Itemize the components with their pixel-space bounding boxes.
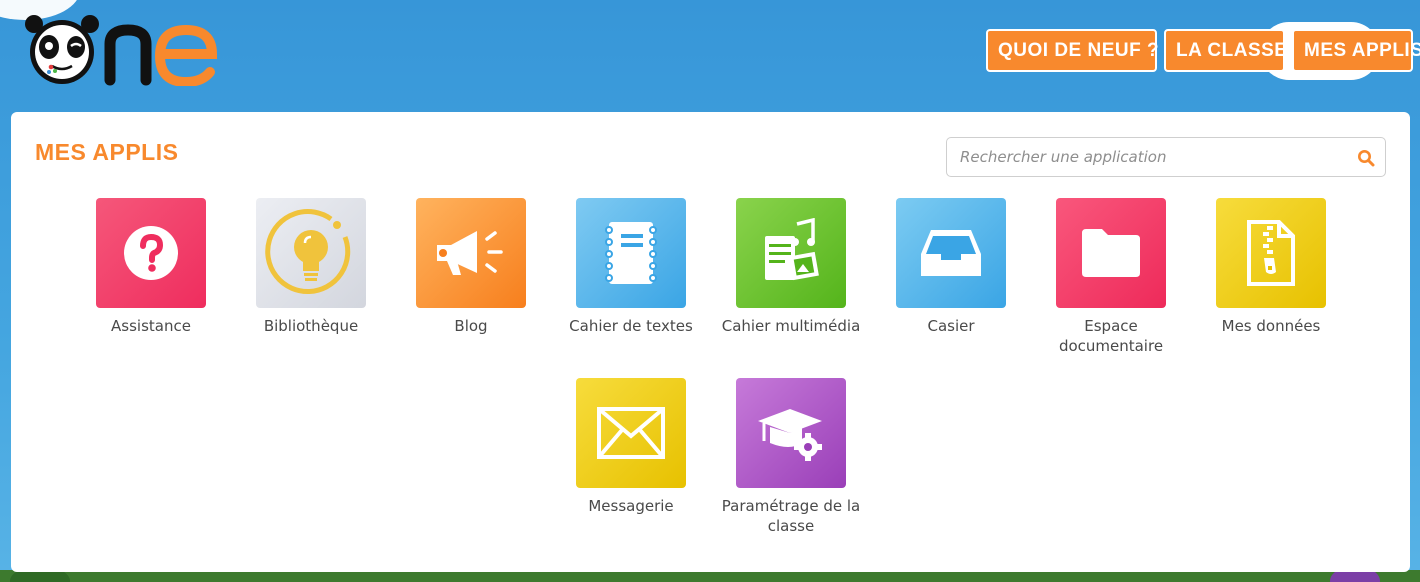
app-tile[interactable] <box>576 198 686 308</box>
app-blog[interactable]: Blog <box>391 198 551 336</box>
app-tile[interactable] <box>416 198 526 308</box>
app-label: Cahier multimédia <box>721 317 861 335</box>
app-tile[interactable] <box>896 198 1006 308</box>
multimedia-notebook-icon <box>765 218 819 281</box>
nav-la-classe-button[interactable]: LA CLASSE <box>1164 29 1287 72</box>
app-tile[interactable] <box>256 198 366 308</box>
envelope-icon <box>597 407 665 459</box>
app-label: Bibliothèque <box>263 317 359 335</box>
app-label: Blog <box>454 317 488 335</box>
app-label: Cahier de textes <box>569 317 693 335</box>
lightbulb-icon <box>265 209 351 295</box>
panda-logo-icon <box>25 15 218 88</box>
app-tile[interactable] <box>1216 198 1326 308</box>
app-tile[interactable] <box>576 378 686 488</box>
search-box <box>946 137 1386 177</box>
app-parametrage-de-la-classe[interactable]: Paramétrage de la classe <box>711 378 871 536</box>
nav-mes-applis-button[interactable]: MES APPLIS <box>1292 29 1420 72</box>
nav-quoi-de-neuf-button[interactable]: QUOI DE NEUF ? <box>986 29 1159 72</box>
app-tile[interactable] <box>1056 198 1166 308</box>
notebook-icon <box>605 222 657 284</box>
apps-panel: MES APPLIS Assistance <box>11 112 1410 572</box>
app-bibliotheque[interactable]: Bibliothèque <box>231 198 391 336</box>
zip-file-icon <box>1247 220 1295 286</box>
app-label: Casier <box>927 317 975 335</box>
app-tile[interactable] <box>736 198 846 308</box>
folder-icon <box>1082 229 1140 277</box>
page-title: MES APPLIS <box>35 139 179 165</box>
app-tile[interactable] <box>96 198 206 308</box>
search-icon[interactable] <box>1357 149 1375 167</box>
question-icon <box>124 226 178 280</box>
app-label: Paramétrage de la classe <box>721 497 861 535</box>
app-cahier-de-textes[interactable]: Cahier de textes <box>551 198 711 336</box>
megaphone-icon <box>437 231 503 275</box>
inbox-tray-icon <box>921 230 981 276</box>
app-espace-documentaire[interactable]: Espace documentaire <box>1031 198 1191 356</box>
app-label: Espace documentaire <box>1058 317 1164 355</box>
app-label: Assistance <box>111 317 191 335</box>
top-navigation: QUOI DE NEUF ? LA CLASSE MES APPLIS <box>986 29 1420 72</box>
app-cahier-multimedia[interactable]: Cahier multimédia <box>711 198 871 336</box>
app-messagerie[interactable]: Messagerie <box>551 378 711 516</box>
app-mes-donnees[interactable]: Mes données <box>1191 198 1351 336</box>
one-logo[interactable] <box>22 14 222 88</box>
app-casier[interactable]: Casier <box>871 198 1031 336</box>
app-label: Messagerie <box>588 497 674 515</box>
app-label: Mes données <box>1221 317 1321 335</box>
search-input[interactable] <box>947 138 1385 176</box>
app-tile[interactable] <box>736 378 846 488</box>
app-assistance[interactable]: Assistance <box>71 198 231 336</box>
graduation-cap-gear-icon <box>758 409 822 461</box>
